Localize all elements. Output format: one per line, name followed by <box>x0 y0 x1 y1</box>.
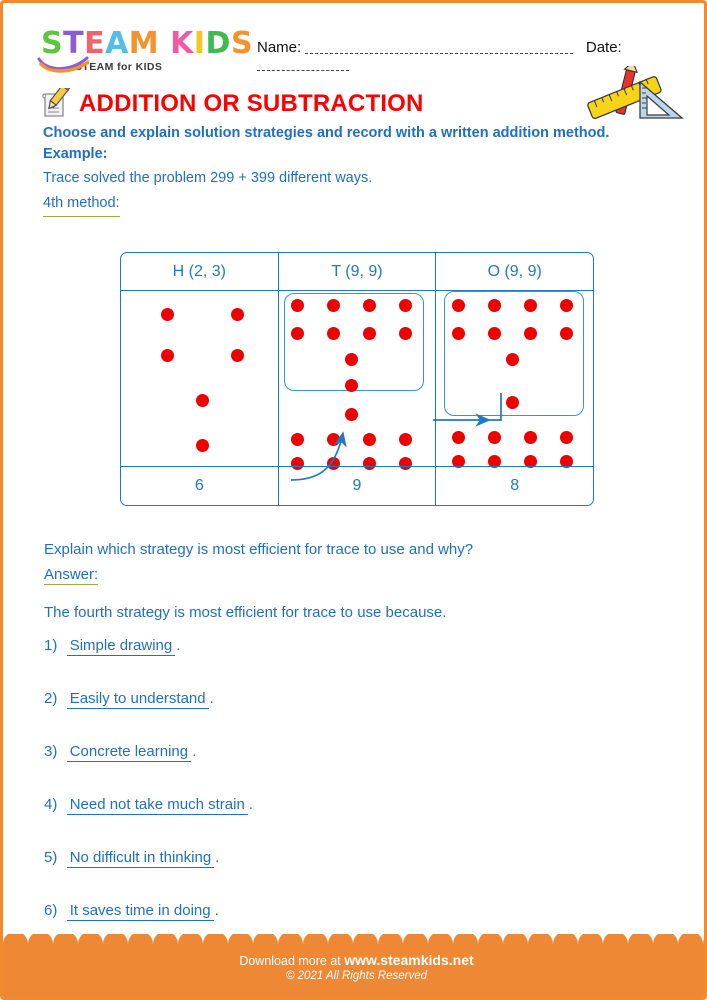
scallop-edge <box>3 934 704 948</box>
answer-item-number: 1) <box>44 637 66 654</box>
total-tens: 9 <box>277 467 436 505</box>
answer-list: 1) Simple drawing. 2) Easily to understan… <box>44 637 664 955</box>
counter-dot <box>362 433 376 446</box>
answer-item-period: . <box>215 849 220 866</box>
problem-statement: Trace solved the problem 299 + 399 diffe… <box>43 170 373 186</box>
worksheet-page: STEAM KIDS STEAM for KIDS Name: Date: AD… <box>0 0 707 1000</box>
logo-letter-5 <box>159 29 170 59</box>
page-footer: Download more at www.steamkids.net © 202… <box>3 934 704 997</box>
answer-item-value[interactable]: No difficult in thinking <box>66 849 215 868</box>
total-hundreds: 6 <box>194 477 204 494</box>
counter-dot <box>452 431 466 444</box>
counter-dot <box>398 299 412 312</box>
dot-cell-ones <box>435 291 593 468</box>
answer-list-item: 3) Concrete learning. <box>44 743 664 796</box>
total-ones: 8 <box>435 467 593 505</box>
footer-copyright: © 2021 All Rights Reserved <box>285 970 427 982</box>
table-header-hundreds: H (2, 3) <box>172 262 226 280</box>
answer-item-period: . <box>192 743 197 760</box>
counter-dot <box>196 439 209 452</box>
answer-item-period: . <box>209 690 214 707</box>
logo-letter-7: I <box>193 26 206 61</box>
page-header: STEAM KIDS STEAM for KIDS Name: Date: <box>3 3 704 120</box>
answer-label: Answer: <box>44 566 99 585</box>
counter-dot <box>290 327 304 340</box>
answer-item-number: 2) <box>44 690 66 707</box>
counter-dot <box>560 431 574 444</box>
counter-dot <box>161 308 174 321</box>
intro-block: Choose and explain solution strategies a… <box>43 123 643 217</box>
counter-dot <box>362 299 376 312</box>
counter-dot <box>161 349 174 362</box>
counter-dot <box>344 379 358 392</box>
logo-tagline: STEAM for KIDS <box>75 61 163 73</box>
answer-item-number: 3) <box>44 743 66 760</box>
answer-item-number: 6) <box>44 902 66 919</box>
answer-item-number: 4) <box>44 796 66 813</box>
page-title: ADDITION OR SUBTRACTION <box>39 87 424 121</box>
counter-dot <box>290 433 304 446</box>
footer-site-link[interactable]: www.steamkids.net <box>344 952 473 968</box>
counter-dot <box>344 408 358 421</box>
answer-item-value[interactable]: Concrete learning <box>66 743 192 762</box>
logo-letter-6: K <box>170 26 194 61</box>
logo-letter-3: A <box>105 26 129 61</box>
instruction-text: Choose and explain solution strategies a… <box>43 125 610 141</box>
answer-list-item: 4) Need not take much strain. <box>44 796 664 849</box>
answer-list-item: 2) Easily to understand. <box>44 690 664 743</box>
counter-dot <box>488 431 502 444</box>
answer-item-value[interactable]: Simple drawing <box>66 637 176 656</box>
counter-dot <box>524 431 538 444</box>
question-answer-block: Explain which strategy is most efficient… <box>44 538 664 625</box>
answer-list-item: 1) Simple drawing. <box>44 637 664 690</box>
counter-dot <box>326 327 340 340</box>
counter-dot <box>344 353 358 366</box>
counter-dot <box>196 394 209 407</box>
answer-list-item: 5) No difficult in thinking. <box>44 849 664 902</box>
answer-item-value[interactable]: It saves time in doing <box>66 902 214 921</box>
answer-item-period: . <box>248 796 253 813</box>
answer-item-period: . <box>176 637 181 654</box>
ruler-pencil-triangle-icon <box>587 66 684 120</box>
counter-dot <box>290 299 304 312</box>
question-text: Explain which strategy is most efficient… <box>44 541 474 558</box>
logo-letter-4: M <box>128 26 160 61</box>
counter-dot <box>398 327 412 340</box>
answer-item-value[interactable]: Easily to understand <box>66 690 209 709</box>
table-header-ones: O (9, 9) <box>435 253 593 290</box>
answer-item-period: . <box>214 902 219 919</box>
answer-item-number: 5) <box>44 849 66 866</box>
steam-kids-logo: STEAM KIDS STEAM for KIDS <box>37 26 254 73</box>
footer-download-prefix: Download more at <box>239 954 341 968</box>
name-label: Name: <box>257 39 302 56</box>
page-title-text: ADDITION OR SUBTRACTION <box>79 90 424 117</box>
counter-dot <box>326 433 340 446</box>
dot-cell-hundreds <box>121 291 278 468</box>
counter-dot <box>326 299 340 312</box>
logo-letter-8: D <box>205 26 231 61</box>
table-total-row: 6 9 8 <box>121 466 593 505</box>
name-date-row: Name: Date: <box>257 39 687 71</box>
pencil-paper-icon <box>42 88 72 117</box>
table-header-tens: T (9, 9) <box>277 253 436 290</box>
dot-cell-tens <box>277 291 436 470</box>
place-value-table: H (2, 3) T (9, 9) O (9, 9) 6 9 8 <box>120 252 594 506</box>
name-input-line[interactable] <box>305 43 574 54</box>
date-label: Date: <box>585 39 622 56</box>
example-label: Example: <box>43 146 108 162</box>
table-header-row: H (2, 3) T (9, 9) O (9, 9) <box>121 253 593 291</box>
answer-intro-text: The fourth strategy is most efficient fo… <box>44 604 447 621</box>
date-input-line[interactable] <box>257 60 349 71</box>
method-label: 4th method: <box>43 191 120 217</box>
footer-download-line: Download more at www.steamkids.net <box>3 952 704 968</box>
logo-swoosh-icon <box>37 56 89 73</box>
counter-dot <box>231 349 244 362</box>
table-dot-row <box>121 291 593 470</box>
counter-dot <box>362 327 376 340</box>
answer-item-value[interactable]: Need not take much strain <box>66 796 248 815</box>
counter-dot <box>398 433 412 446</box>
logo-letter-9: S <box>230 26 254 61</box>
counter-dot <box>231 308 244 321</box>
